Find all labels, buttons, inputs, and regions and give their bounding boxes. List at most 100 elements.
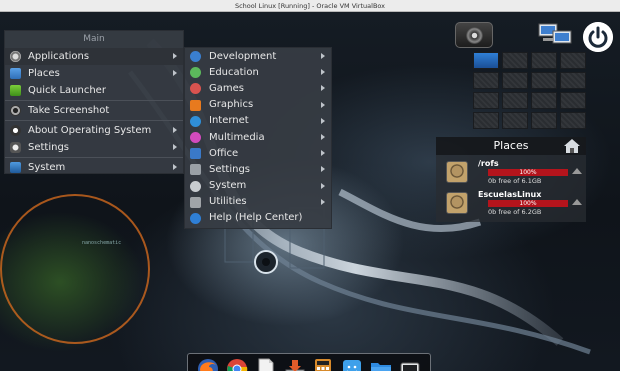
finder-icon[interactable] bbox=[341, 358, 363, 371]
workspace-tile[interactable] bbox=[473, 92, 499, 109]
chevron-right-icon bbox=[173, 164, 177, 170]
workspace-tile[interactable] bbox=[473, 72, 499, 89]
menu-item-quick-launcher[interactable]: Quick Launcher bbox=[5, 82, 183, 99]
window-titlebar: School Linux [Running] - Oracle VM Virtu… bbox=[0, 0, 620, 12]
submenu-item-graphics[interactable]: Graphics bbox=[185, 97, 331, 113]
drive-entry[interactable]: /rofs 100% 0b free of 6.1GB bbox=[446, 159, 582, 187]
eject-icon[interactable] bbox=[572, 199, 582, 205]
submenu-item-development[interactable]: Development bbox=[185, 48, 331, 64]
office-icon bbox=[190, 148, 201, 160]
system-icon bbox=[190, 180, 201, 192]
submenu-item-label: Help (Help Center) bbox=[209, 212, 303, 224]
text-editor-icon[interactable] bbox=[255, 358, 277, 371]
submenu-item-internet[interactable]: Internet bbox=[185, 113, 331, 129]
hard-drive-icon bbox=[446, 192, 468, 214]
submenu-item-multimedia[interactable]: Multimedia bbox=[185, 129, 331, 145]
system-icon bbox=[10, 162, 21, 173]
submenu-item-label: Multimedia bbox=[209, 131, 265, 143]
menu-item-system[interactable]: System bbox=[5, 159, 183, 176]
menu-item-take-screenshot[interactable]: Take Screenshot bbox=[5, 102, 183, 119]
eject-icon[interactable] bbox=[572, 168, 582, 174]
help-icon bbox=[190, 212, 201, 224]
menu-item-label: Take Screenshot bbox=[28, 105, 110, 116]
graphics-icon bbox=[190, 99, 201, 111]
drive-icon[interactable] bbox=[399, 358, 421, 371]
wallpaper-text: nanoschematic bbox=[82, 240, 122, 246]
chevron-right-icon bbox=[173, 70, 177, 76]
speaker-cone bbox=[466, 27, 483, 44]
workspace-tile[interactable] bbox=[531, 72, 557, 89]
drive-name: EscuelasLinux bbox=[478, 190, 542, 199]
chevron-right-icon bbox=[321, 69, 325, 76]
submenu-item-system[interactable]: System bbox=[185, 178, 331, 194]
chevron-right-icon bbox=[173, 144, 177, 150]
chevron-right-icon bbox=[321, 117, 325, 124]
submenu-item-label: Utilities bbox=[209, 196, 247, 208]
menu-item-label: System bbox=[28, 162, 66, 173]
window-title: School Linux [Running] - Oracle VM Virtu… bbox=[234, 1, 386, 10]
chevron-right-icon bbox=[321, 198, 325, 205]
menu-separator bbox=[5, 157, 183, 158]
workspace-tile[interactable] bbox=[502, 52, 528, 69]
submenu-item-office[interactable]: Office bbox=[185, 145, 331, 161]
power-icon[interactable] bbox=[583, 22, 613, 52]
workspace-tile[interactable] bbox=[502, 72, 528, 89]
workspace-tile[interactable] bbox=[473, 52, 499, 69]
development-icon bbox=[190, 51, 201, 62]
workspace-tile[interactable] bbox=[531, 112, 557, 129]
camera-icon bbox=[10, 105, 21, 116]
chrome-icon[interactable] bbox=[226, 358, 248, 371]
submenu-item-games[interactable]: Games bbox=[185, 80, 331, 96]
workspace-tile[interactable] bbox=[531, 52, 557, 69]
menu-item-label: About Operating System bbox=[28, 125, 152, 136]
submenu-item-label: Office bbox=[209, 147, 239, 159]
home-icon[interactable] bbox=[562, 138, 582, 154]
volume-speaker-icon[interactable] bbox=[455, 22, 493, 48]
workspace-tile[interactable] bbox=[531, 92, 557, 109]
submenu-item-utilities[interactable]: Utilities bbox=[185, 194, 331, 210]
chevron-right-icon bbox=[321, 166, 325, 173]
wallpaper-arc bbox=[0, 194, 150, 344]
internet-icon bbox=[190, 115, 201, 127]
workspace-tile[interactable] bbox=[473, 112, 499, 129]
submenu-item-label: Graphics bbox=[209, 99, 254, 111]
submenu-item-settings[interactable]: Settings bbox=[185, 161, 331, 177]
menu-item-settings[interactable]: Settings bbox=[5, 139, 183, 156]
settings-icon bbox=[190, 164, 201, 176]
firefox-icon[interactable] bbox=[197, 358, 219, 371]
submenu-item-education[interactable]: Education bbox=[185, 64, 331, 80]
drive-usage-bar: 100% bbox=[488, 169, 568, 176]
settings-icon bbox=[10, 142, 21, 153]
menu-item-label: Places bbox=[28, 68, 60, 79]
menu-item-applications[interactable]: Applications bbox=[5, 48, 183, 65]
workspace-tile[interactable] bbox=[560, 52, 586, 69]
submenu-item-label: Games bbox=[209, 82, 244, 94]
downloads-icon[interactable] bbox=[284, 358, 306, 371]
chevron-right-icon bbox=[173, 53, 177, 59]
launcher-icon bbox=[10, 85, 21, 96]
utilities-icon bbox=[190, 196, 201, 208]
menu-separator bbox=[5, 120, 183, 121]
main-menu: Main Applications Places Quick Launcher … bbox=[4, 30, 184, 174]
workspace-tile[interactable] bbox=[560, 72, 586, 89]
submenu-item-help[interactable]: Help (Help Center) bbox=[185, 210, 331, 226]
network-icon[interactable] bbox=[537, 22, 573, 48]
workspace-tile[interactable] bbox=[560, 112, 586, 129]
main-menu-header: Main bbox=[83, 34, 105, 44]
workspace-tile[interactable] bbox=[502, 112, 528, 129]
folder-icon[interactable] bbox=[370, 358, 392, 371]
calculator-icon[interactable] bbox=[312, 358, 334, 371]
menu-item-label: Applications bbox=[28, 51, 90, 62]
drive-usage-bar: 100% bbox=[488, 200, 568, 207]
menu-item-about-os[interactable]: About Operating System bbox=[5, 122, 183, 139]
menu-item-places[interactable]: Places bbox=[5, 65, 183, 82]
workspace-tile[interactable] bbox=[502, 92, 528, 109]
chevron-right-icon bbox=[321, 133, 325, 140]
chevron-right-icon bbox=[321, 182, 325, 189]
drive-entry[interactable]: EscuelasLinux 100% 0b free of 6.2GB bbox=[446, 190, 582, 218]
desktop[interactable]: nanoschematic Main Applications Places Q… bbox=[0, 12, 620, 371]
chevron-right-icon bbox=[173, 127, 177, 133]
workspace-tile[interactable] bbox=[560, 92, 586, 109]
drive-free-text: 0b free of 6.1GB bbox=[488, 177, 542, 185]
education-icon bbox=[190, 67, 201, 79]
